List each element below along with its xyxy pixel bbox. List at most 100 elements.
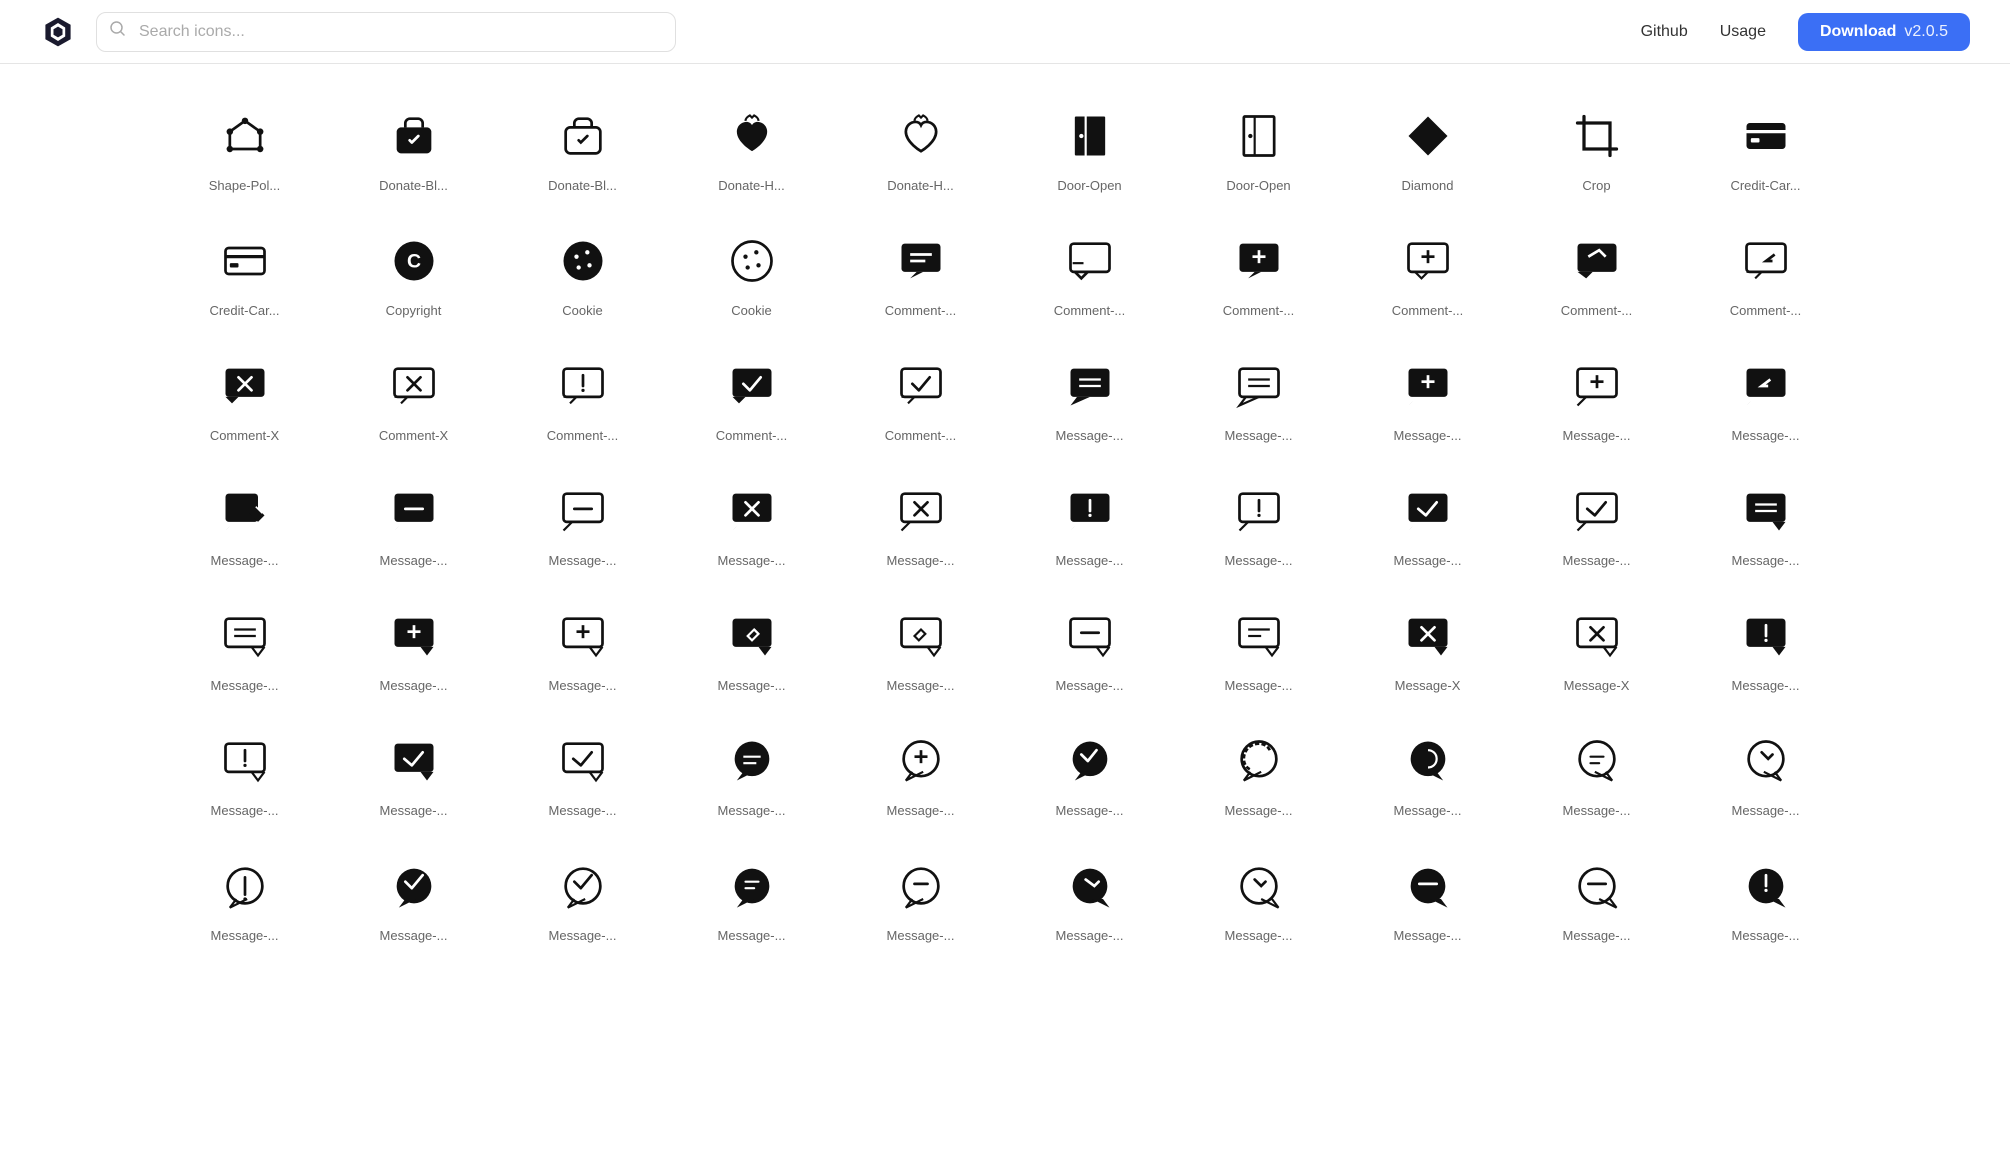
icon-label-partial1: Message-... bbox=[190, 928, 300, 943]
icon-item-partial1[interactable]: Message-... bbox=[160, 834, 329, 959]
icon-item-credit-car1[interactable]: Credit-Car... bbox=[1681, 84, 1850, 209]
icon-label-door-open1: Door-Open bbox=[1035, 178, 1145, 193]
icon-item-message-check1[interactable]: Message-... bbox=[1343, 459, 1512, 584]
icon-label-crop: Crop bbox=[1542, 178, 1652, 193]
icon-item-partial9[interactable]: Message-... bbox=[1512, 834, 1681, 959]
icon-item-copyright[interactable]: CCopyright bbox=[329, 209, 498, 334]
icon-symbol-message1 bbox=[1058, 354, 1122, 418]
icon-item-message-pen3[interactable]: Message-... bbox=[836, 584, 1005, 709]
icon-symbol-chat-circle2 bbox=[889, 729, 953, 793]
icon-item-partial7[interactable]: Message-... bbox=[1174, 834, 1343, 959]
icon-item-message-lines3[interactable]: Message-... bbox=[1174, 584, 1343, 709]
icon-item-shape-pol[interactable]: Shape-Pol... bbox=[160, 84, 329, 209]
icon-item-chat-circle6[interactable]: Message-... bbox=[1512, 709, 1681, 834]
icon-item-door-open1[interactable]: Door-Open bbox=[1005, 84, 1174, 209]
icon-item-message-minus3[interactable]: Message-... bbox=[1005, 584, 1174, 709]
icon-item-comment5[interactable]: Comment-... bbox=[1512, 209, 1681, 334]
download-button[interactable]: Download v2.0.5 bbox=[1798, 13, 1970, 51]
icon-item-cookie1[interactable]: Cookie bbox=[498, 209, 667, 334]
icon-label-comment5: Comment-... bbox=[1542, 303, 1652, 318]
icon-label-comment-ex: Comment-... bbox=[528, 428, 638, 443]
icon-symbol-partial6 bbox=[1058, 854, 1122, 918]
icon-item-diamond[interactable]: Diamond bbox=[1343, 84, 1512, 209]
icon-label-door-open2: Door-Open bbox=[1204, 178, 1314, 193]
icon-item-message3[interactable]: Message-... bbox=[1343, 334, 1512, 459]
icon-item-comment-ex[interactable]: Comment-... bbox=[498, 334, 667, 459]
icon-symbol-message-lines3 bbox=[1227, 604, 1291, 668]
icon-item-message2[interactable]: Message-... bbox=[1174, 334, 1343, 459]
icon-item-comment3[interactable]: Comment-... bbox=[1174, 209, 1343, 334]
icon-item-chat-circle7[interactable]: Message-... bbox=[1681, 709, 1850, 834]
icon-label-partial8: Message-... bbox=[1373, 928, 1483, 943]
icon-item-message-x1[interactable]: Message-... bbox=[667, 459, 836, 584]
icon-item-comment-check1[interactable]: Comment-... bbox=[667, 334, 836, 459]
icon-item-partial8[interactable]: Message-... bbox=[1343, 834, 1512, 959]
icon-label-message-plus2: Message-... bbox=[528, 678, 638, 693]
icon-item-partial2[interactable]: Message-... bbox=[329, 834, 498, 959]
icon-item-message-exc4[interactable]: Message-... bbox=[160, 709, 329, 834]
icon-label-partial7: Message-... bbox=[1204, 928, 1314, 943]
github-link[interactable]: Github bbox=[1641, 23, 1688, 41]
icon-item-message-minus2[interactable]: Message-... bbox=[498, 459, 667, 584]
icon-item-partial10[interactable]: Message-... bbox=[1681, 834, 1850, 959]
svg-text:C: C bbox=[406, 251, 420, 273]
icon-item-comment1[interactable]: Comment-... bbox=[836, 209, 1005, 334]
icon-item-message-exc1[interactable]: Message-... bbox=[1005, 459, 1174, 584]
icon-item-donate-bl1[interactable]: Donate-Bl... bbox=[329, 84, 498, 209]
icon-item-chat-circle5[interactable]: Message-... bbox=[1343, 709, 1512, 834]
icon-item-partial4[interactable]: Message-... bbox=[667, 834, 836, 959]
icon-item-message1[interactable]: Message-... bbox=[1005, 334, 1174, 459]
icon-item-donate-h1[interactable]: Donate-H... bbox=[667, 84, 836, 209]
icon-item-cookie2[interactable]: Cookie bbox=[667, 209, 836, 334]
nav-links: Github Usage Download v2.0.5 bbox=[1641, 13, 1970, 51]
icon-item-message-check4[interactable]: Message-... bbox=[498, 709, 667, 834]
icon-label-message-pen2: Message-... bbox=[697, 678, 807, 693]
icon-label-message-lines2: Message-... bbox=[190, 678, 300, 693]
icon-item-message4[interactable]: Message-... bbox=[1512, 334, 1681, 459]
icon-symbol-message-pen1 bbox=[213, 479, 277, 543]
icon-item-comment-x2[interactable]: Comment-X bbox=[329, 334, 498, 459]
icon-item-message-xmark2[interactable]: Message-X bbox=[1512, 584, 1681, 709]
icon-item-message-lines2[interactable]: Message-... bbox=[160, 584, 329, 709]
icon-item-message-pen1[interactable]: Message-... bbox=[160, 459, 329, 584]
icon-item-chat-circle3[interactable]: Message-... bbox=[1005, 709, 1174, 834]
icon-item-chat-circle4[interactable]: Message-... bbox=[1174, 709, 1343, 834]
icon-item-message-plus2[interactable]: Message-... bbox=[498, 584, 667, 709]
icon-label-donate-h1: Donate-H... bbox=[697, 178, 807, 193]
icon-symbol-cookie2 bbox=[720, 229, 784, 293]
icon-label-cookie1: Cookie bbox=[528, 303, 638, 318]
icon-item-door-open2[interactable]: Door-Open bbox=[1174, 84, 1343, 209]
icon-item-donate-h2[interactable]: Donate-H... bbox=[836, 84, 1005, 209]
icon-item-partial5[interactable]: Message-... bbox=[836, 834, 1005, 959]
icon-item-message-lines1[interactable]: Message-... bbox=[1681, 459, 1850, 584]
icon-item-donate-bl2[interactable]: Donate-Bl... bbox=[498, 84, 667, 209]
icon-label-partial10: Message-... bbox=[1711, 928, 1821, 943]
icon-item-partial3[interactable]: Message-... bbox=[498, 834, 667, 959]
icon-item-message-check2[interactable]: Message-... bbox=[1512, 459, 1681, 584]
icon-label-message-check4: Message-... bbox=[528, 803, 638, 818]
icon-item-message5[interactable]: Message-... bbox=[1681, 334, 1850, 459]
icon-item-crop[interactable]: Crop bbox=[1512, 84, 1681, 209]
icon-item-message-exc2[interactable]: Message-... bbox=[1174, 459, 1343, 584]
icon-item-partial6[interactable]: Message-... bbox=[1005, 834, 1174, 959]
logo[interactable] bbox=[40, 14, 76, 50]
icon-item-message-minus1[interactable]: Message-... bbox=[329, 459, 498, 584]
icon-item-comment-x1[interactable]: Comment-X bbox=[160, 334, 329, 459]
search-input[interactable] bbox=[96, 12, 676, 52]
icon-item-message-x2[interactable]: Message-... bbox=[836, 459, 1005, 584]
icon-label-chat-circle2: Message-... bbox=[866, 803, 976, 818]
icon-item-comment4[interactable]: Comment-... bbox=[1343, 209, 1512, 334]
icon-item-message-pen2[interactable]: Message-... bbox=[667, 584, 836, 709]
icon-item-message-check3[interactable]: Message-... bbox=[329, 709, 498, 834]
icon-item-message-plus1[interactable]: Message-... bbox=[329, 584, 498, 709]
icon-item-credit-car2[interactable]: Credit-Car... bbox=[160, 209, 329, 334]
icon-item-comment2[interactable]: Comment-... bbox=[1005, 209, 1174, 334]
icon-item-comment-check2[interactable]: Comment-... bbox=[836, 334, 1005, 459]
icon-item-chat-circle1[interactable]: Message-... bbox=[667, 709, 836, 834]
icon-item-chat-circle2[interactable]: Message-... bbox=[836, 709, 1005, 834]
icon-item-message-exc3[interactable]: Message-... bbox=[1681, 584, 1850, 709]
icon-item-message-xmark1[interactable]: Message-X bbox=[1343, 584, 1512, 709]
icon-item-comment6[interactable]: Comment-... bbox=[1681, 209, 1850, 334]
usage-link[interactable]: Usage bbox=[1720, 23, 1766, 41]
icon-symbol-comment-check1 bbox=[720, 354, 784, 418]
